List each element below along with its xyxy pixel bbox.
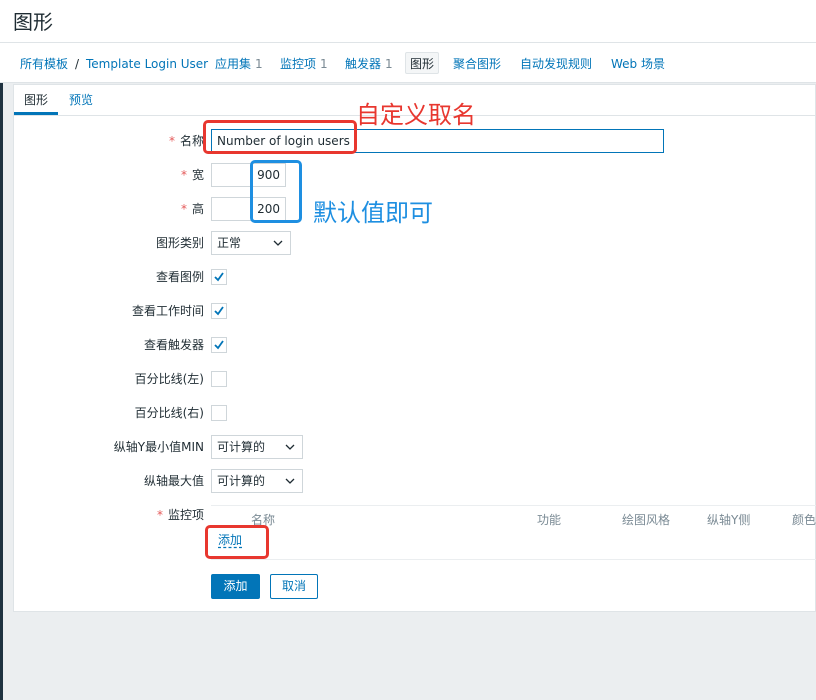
checkmark-icon xyxy=(214,272,224,282)
width-label-text: 宽 xyxy=(191,168,204,182)
nav-all-templates[interactable]: 所有模板 xyxy=(20,53,68,75)
annotation-box-name xyxy=(203,120,357,154)
height-label-text: 高 xyxy=(191,202,204,216)
graph-form: 图形 预览 * 名称 Number of login users * 宽 900 *… xyxy=(13,84,816,612)
tab-graph[interactable]: 图形 xyxy=(14,91,59,115)
tab-preview[interactable]: 预览 xyxy=(69,91,93,115)
show-work-period-label: 查看工作时间 xyxy=(131,304,204,318)
show-triggers-checkbox[interactable] xyxy=(211,337,227,353)
breadcrumb-separator: / xyxy=(75,57,80,71)
breadcrumb-nav: 所有模板 / Template Login User 应用集 1 监控项 1 触发器… xyxy=(0,43,816,83)
nav-graphs[interactable]: 图形 xyxy=(405,52,440,74)
chevron-down-icon xyxy=(285,444,295,450)
checkmark-icon xyxy=(214,306,224,316)
ymax-label: 纵轴最大值 xyxy=(143,474,204,488)
nav-applications-count: 1 xyxy=(255,57,263,71)
nav-screens[interactable]: 聚合图形 xyxy=(453,53,501,75)
nav-items-count: 1 xyxy=(320,57,328,71)
left-sidebar-edge xyxy=(0,0,3,700)
required-mark: * xyxy=(180,202,187,216)
cancel-button[interactable]: 取消 xyxy=(270,574,318,599)
column-header-y-axis-side: 纵轴Y侧 xyxy=(707,513,751,527)
ymin-select[interactable]: 可计算的 xyxy=(211,435,303,459)
ymin-value: 可计算的 xyxy=(217,440,266,454)
required-mark: * xyxy=(156,508,163,522)
nav-web-scenarios[interactable]: Web 场景 xyxy=(611,53,665,75)
nav-triggers-count: 1 xyxy=(385,57,393,71)
annotation-size-note: 默认值即可 xyxy=(313,199,433,227)
ymax-value: 可计算的 xyxy=(217,474,266,488)
annotation-name-note: 自定义取名 xyxy=(356,101,476,129)
percentile-right-label: 百分比线(右) xyxy=(134,406,204,420)
required-mark: * xyxy=(180,168,187,182)
nav-triggers-label: 触发器 xyxy=(345,57,382,71)
width-label: * 宽 xyxy=(14,163,204,187)
items-label: * 监控项 xyxy=(14,503,204,527)
annotation-box-add xyxy=(205,525,269,559)
column-header-draw-style: 绘图风格 xyxy=(622,513,671,527)
nav-applications[interactable]: 应用集 1 xyxy=(215,53,263,75)
nav-items[interactable]: 监控项 1 xyxy=(280,53,328,75)
annotation-box-size xyxy=(250,160,302,223)
page-title: 图形 xyxy=(13,10,53,34)
percentile-right-checkbox[interactable] xyxy=(211,405,227,421)
nav-template-name[interactable]: Template Login User xyxy=(86,53,208,75)
nav-items-label: 监控项 xyxy=(280,57,317,71)
name-label: * 名称 xyxy=(14,129,204,153)
name-label-text: 名称 xyxy=(179,134,204,148)
ymax-select[interactable]: 可计算的 xyxy=(211,469,303,493)
column-header-function: 功能 xyxy=(537,513,562,527)
show-work-period-checkbox[interactable] xyxy=(211,303,227,319)
items-label-text: 监控项 xyxy=(167,508,204,522)
height-label: * 高 xyxy=(14,197,204,221)
chevron-down-icon xyxy=(273,240,283,246)
show-triggers-label: 查看触发器 xyxy=(143,338,204,352)
chevron-down-icon xyxy=(285,478,295,484)
graph-type-label: 图形类别 xyxy=(155,236,204,250)
graph-type-select[interactable]: 正常 xyxy=(211,231,291,255)
required-mark: * xyxy=(168,134,175,148)
column-header-color: 颜色 xyxy=(792,513,816,527)
checkmark-icon xyxy=(214,340,224,350)
show-legend-label: 查看图例 xyxy=(155,270,204,284)
percentile-left-label: 百分比线(左) xyxy=(134,372,204,386)
items-table: 名称 功能 绘图风格 纵轴Y侧 颜色 xyxy=(211,505,816,560)
graph-type-value: 正常 xyxy=(217,236,242,250)
percentile-left-checkbox[interactable] xyxy=(211,371,227,387)
page-header: 图形 xyxy=(0,0,816,43)
add-button[interactable]: 添加 xyxy=(211,574,260,599)
ymin-label: 纵轴Y最小值MIN xyxy=(113,440,204,454)
nav-discovery-rules[interactable]: 自动发现规则 xyxy=(520,53,592,75)
show-legend-checkbox[interactable] xyxy=(211,269,227,285)
nav-applications-label: 应用集 xyxy=(215,57,252,71)
nav-triggers[interactable]: 触发器 1 xyxy=(345,53,393,75)
